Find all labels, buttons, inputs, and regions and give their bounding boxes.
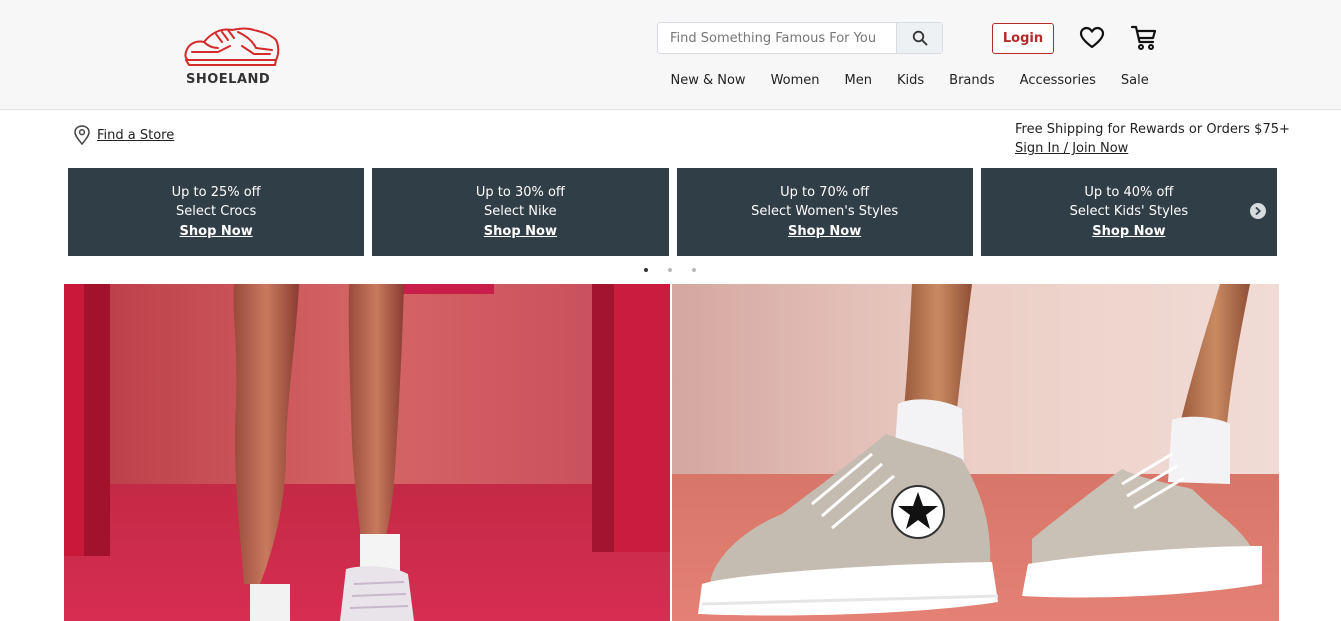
- nav-item-new-now[interactable]: New & Now: [671, 73, 746, 91]
- main-nav: New & Now Women Men Kids Brands Accessor…: [658, 73, 1161, 91]
- promo-card: Up to 30% off Select Nike Shop Now: [372, 168, 669, 256]
- site-header: SHOELAND Login New & Now Women Men Kids …: [0, 0, 1341, 110]
- promo-discount: Up to 70% off: [780, 184, 870, 200]
- promo-subtitle: Select Women's Styles: [751, 204, 899, 220]
- shop-now-link[interactable]: Shop Now: [788, 222, 861, 242]
- promo-card: Up to 70% off Select Women's Styles Shop…: [676, 168, 973, 256]
- promo-carousel: Up to 25% off Select Crocs Shop Now Up t…: [68, 168, 1277, 256]
- hero-image-left[interactable]: [64, 284, 670, 621]
- carousel-dot[interactable]: [644, 268, 648, 272]
- sneaker-photo-right: [672, 284, 1279, 621]
- nav-item-kids[interactable]: Kids: [897, 73, 924, 91]
- promo-discount: Up to 40% off: [1084, 184, 1174, 200]
- cart-icon[interactable]: [1130, 24, 1158, 52]
- brand-logo[interactable]: SHOELAND: [182, 24, 282, 90]
- nav-item-men[interactable]: Men: [845, 73, 872, 91]
- search-bar: [657, 22, 943, 54]
- carousel-dot[interactable]: [692, 268, 696, 272]
- promo-discount: Up to 30% off: [475, 184, 565, 200]
- brand-name: SHOELAND: [186, 72, 271, 87]
- promo-subtitle: Select Kids' Styles: [1069, 204, 1189, 220]
- sign-in-link[interactable]: Sign In / Join Now: [1015, 139, 1290, 158]
- promo-discount: Up to 25% off: [171, 184, 261, 200]
- hero-image-right[interactable]: [672, 284, 1279, 621]
- nav-item-women[interactable]: Women: [771, 73, 820, 91]
- sneaker-photo-left: [64, 284, 670, 621]
- carousel-dot[interactable]: [668, 268, 672, 272]
- nav-item-sale[interactable]: Sale: [1121, 73, 1149, 91]
- heart-icon[interactable]: [1079, 25, 1105, 51]
- search-input[interactable]: [658, 23, 896, 53]
- carousel-pagination: [644, 268, 696, 272]
- promo-card: Up to 40% off Select Kids' Styles Shop N…: [980, 168, 1277, 256]
- store-locator: Find a Store: [73, 125, 174, 145]
- search-icon: [912, 30, 927, 46]
- shop-now-link[interactable]: Shop Now: [1092, 222, 1165, 242]
- carousel-next-button[interactable]: [1250, 203, 1266, 219]
- login-button[interactable]: Login: [992, 23, 1054, 54]
- sneaker-logo-icon: [184, 27, 280, 66]
- shop-now-link[interactable]: Shop Now: [484, 222, 557, 242]
- shop-now-link[interactable]: Shop Now: [180, 222, 253, 242]
- search-button[interactable]: [896, 23, 942, 53]
- nav-item-brands[interactable]: Brands: [949, 73, 995, 91]
- nav-item-accessories[interactable]: Accessories: [1020, 73, 1096, 91]
- location-pin-icon: [74, 125, 90, 145]
- shipping-promo: Free Shipping for Rewards or Orders $75+…: [1015, 120, 1290, 158]
- chevron-right-icon: [1255, 207, 1261, 215]
- shipping-text: Free Shipping for Rewards or Orders $75+: [1015, 122, 1290, 137]
- promo-card: Up to 25% off Select Crocs Shop Now: [68, 168, 365, 256]
- promo-subtitle: Select Crocs: [176, 204, 257, 220]
- find-store-link[interactable]: Find a Store: [97, 128, 174, 143]
- promo-subtitle: Select Nike: [484, 204, 557, 220]
